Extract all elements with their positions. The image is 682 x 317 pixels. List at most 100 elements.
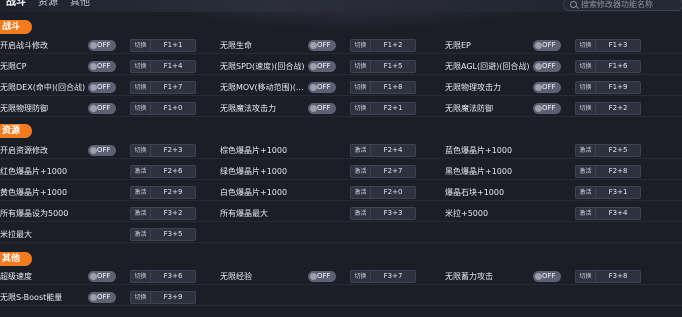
hotkey-action-label: 激活 (351, 166, 371, 177)
hotkey-action-label: 切换 (131, 82, 151, 93)
hotkey-button[interactable]: 切换 F3+9 (130, 291, 196, 304)
tab-battle[interactable]: 战斗 (6, 0, 26, 9)
hotkey-action-label: 切换 (351, 271, 371, 282)
hotkey-button[interactable]: 激活 F2+6 (130, 165, 196, 178)
hotkey-button[interactable]: 激活 F3+4 (575, 207, 641, 220)
hotkey-action-label: 切换 (576, 103, 596, 114)
hotkey-button[interactable]: 切换 F1+7 (130, 81, 196, 94)
hotkey-keys: F1+0 (163, 104, 183, 112)
cheat-toggle[interactable]: OFF (88, 103, 116, 114)
cheat-label: 米拉+5000 (445, 208, 489, 218)
hotkey-action-label: 激活 (576, 208, 596, 219)
hotkey-keys: F2+2 (608, 104, 628, 112)
row-divider (0, 158, 682, 159)
hotkey-button[interactable]: 切换 F2+2 (575, 102, 641, 115)
cheat-toggle[interactable]: OFF (88, 61, 116, 72)
hotkey-button[interactable]: 激活 F2+8 (575, 165, 641, 178)
search-input[interactable]: 搜索修改器功能名称 (563, 0, 682, 11)
hotkey-keys: F3+6 (163, 272, 183, 280)
hotkey-button[interactable]: 切换 F3+6 (130, 270, 196, 283)
cheat-toggle[interactable]: OFF (533, 103, 561, 114)
cheat-toggle[interactable]: OFF (308, 271, 336, 282)
cheat-toggle[interactable]: OFF (533, 271, 561, 282)
hotkey-button[interactable]: 激活 F2+4 (350, 144, 416, 157)
hotkey-keys: F1+2 (383, 41, 403, 49)
hotkey-button[interactable]: 切换 F1+9 (575, 81, 641, 94)
hotkey-action-label: 切换 (351, 40, 371, 51)
cheat-toggle[interactable]: OFF (533, 40, 561, 51)
cheat-toggle[interactable]: OFF (308, 61, 336, 72)
hotkey-button[interactable]: 激活 F3+2 (130, 207, 196, 220)
hotkey-action-label: 切换 (576, 61, 596, 72)
cheat-toggle[interactable]: OFF (308, 82, 336, 93)
hotkey-keys: F1+5 (383, 62, 403, 70)
cheat-label: 米拉最大 (0, 229, 32, 239)
hotkey-button[interactable]: 切换 F1+3 (575, 39, 641, 52)
tab-resource[interactable]: 资源 (38, 0, 58, 9)
cheat-label: 所有爆晶最大 (220, 208, 268, 218)
hotkey-button[interactable]: 激活 F2+5 (575, 144, 641, 157)
hotkey-button[interactable]: 切换 F3+7 (350, 270, 416, 283)
hotkey-button[interactable]: 切换 F2+3 (130, 144, 196, 157)
section-header: 资源 (0, 124, 32, 138)
cheat-toggle[interactable]: OFF (308, 103, 336, 114)
hotkey-button[interactable]: 切换 F1+6 (575, 60, 641, 73)
hotkey-keys: F2+6 (163, 167, 183, 175)
cheat-toggle[interactable]: OFF (88, 145, 116, 156)
cheat-toggle[interactable]: OFF (533, 82, 561, 93)
hotkey-button[interactable]: 切换 F1+5 (350, 60, 416, 73)
cheat-label: 无限AGL(回避)(回合战) (445, 61, 530, 71)
hotkey-button[interactable]: 激活 F3+1 (575, 186, 641, 199)
cheat-label: 无限DEX(命中)(回合战) (0, 82, 86, 92)
hotkey-action-label: 激活 (576, 187, 596, 198)
hotkey-keys: F3+2 (163, 209, 183, 217)
hotkey-button[interactable]: 切换 F1+8 (350, 81, 416, 94)
hotkey-action-label: 切换 (351, 82, 371, 93)
hotkey-action-label: 切换 (576, 40, 596, 51)
hotkey-button[interactable]: 切换 F1+0 (130, 102, 196, 115)
cheat-toggle[interactable]: OFF (88, 82, 116, 93)
row-divider (0, 221, 682, 222)
hotkey-button[interactable]: 激活 F3+5 (130, 228, 196, 241)
cheat-label: 黄色爆晶片+1000 (0, 187, 68, 197)
row-divider (0, 305, 682, 306)
tab-other[interactable]: 其他 (70, 0, 90, 9)
cheat-toggle[interactable]: OFF (88, 271, 116, 282)
hotkey-button[interactable]: 激活 F2+9 (130, 186, 196, 199)
cheat-label: 黑色爆晶片+1000 (445, 166, 513, 176)
hotkey-button[interactable]: 激活 F3+3 (350, 207, 416, 220)
cheat-label: 无限魔法防御 (445, 103, 493, 113)
hotkey-button[interactable]: 切换 F3+8 (575, 270, 641, 283)
hotkey-action-label: 激活 (131, 187, 151, 198)
hotkey-keys: F1+9 (608, 83, 628, 91)
hotkey-button[interactable]: 切换 F1+1 (130, 39, 196, 52)
hotkey-button[interactable]: 激活 F2+7 (350, 165, 416, 178)
cheat-toggle[interactable]: OFF (533, 61, 561, 72)
hotkey-action-label: 切换 (576, 82, 596, 93)
cheat-toggle[interactable]: OFF (88, 40, 116, 51)
hotkey-keys: F3+4 (608, 209, 628, 217)
hotkey-button[interactable]: 切换 F1+2 (350, 39, 416, 52)
cheat-toggle[interactable]: OFF (88, 292, 116, 303)
hotkey-action-label: 激活 (576, 145, 596, 156)
hotkey-action-label: 切换 (131, 145, 151, 156)
row-divider (0, 200, 682, 201)
hotkey-keys: F2+5 (608, 146, 628, 154)
cheat-label: 无限经验 (220, 271, 252, 281)
hotkey-button[interactable]: 切换 F1+4 (130, 60, 196, 73)
top-bar: 战斗 资源 其他 搜索修改器功能名称 (0, 0, 682, 12)
hotkey-keys: F2+9 (163, 188, 183, 196)
row-divider (0, 284, 682, 285)
row-divider (0, 116, 682, 117)
cheat-toggle[interactable]: OFF (308, 40, 336, 51)
hotkey-button[interactable]: 切换 F2+1 (350, 102, 416, 115)
hotkey-button[interactable]: 激活 F2+0 (350, 186, 416, 199)
section-header: 战斗 (0, 20, 32, 34)
hotkey-keys: F3+1 (608, 188, 628, 196)
cheat-label: 无限MOV(移动范围)(... (220, 82, 304, 92)
hotkey-keys: F2+8 (608, 167, 628, 175)
hotkey-keys: F2+1 (383, 104, 403, 112)
cheat-label: 棕色爆晶片+1000 (220, 145, 288, 155)
hotkey-keys: F2+3 (163, 146, 183, 154)
row-divider (0, 179, 682, 180)
